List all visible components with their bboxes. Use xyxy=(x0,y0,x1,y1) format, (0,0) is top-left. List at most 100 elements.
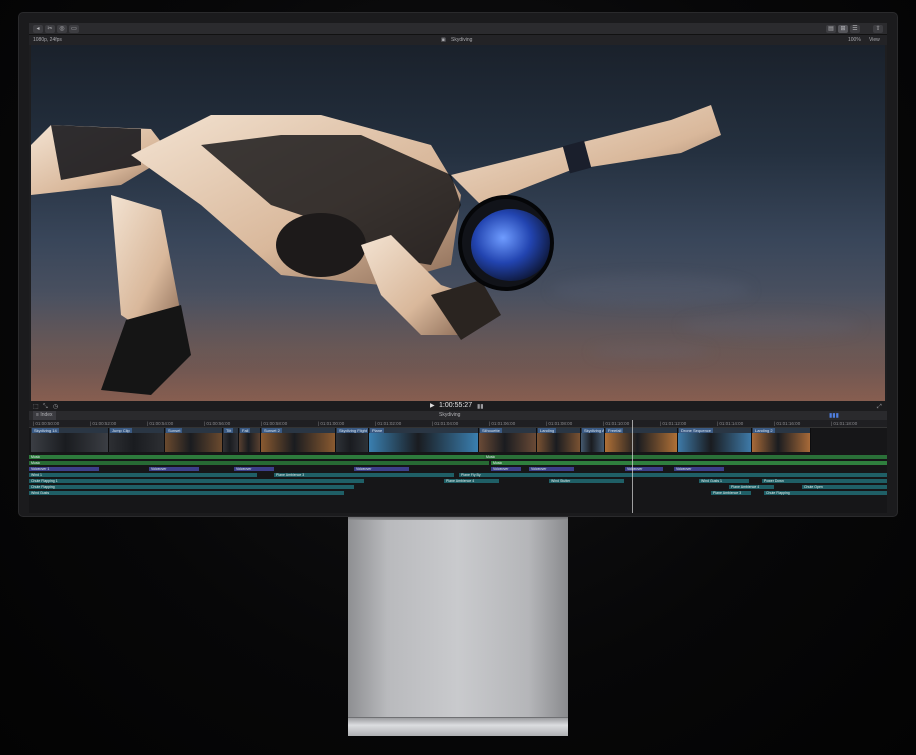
clip-label: Jump Clip xyxy=(110,428,132,433)
ruler-tick: | 01:01:12:00 xyxy=(660,421,687,426)
format-label: 1080p, 24fps xyxy=(33,37,62,43)
sound-effect-clip[interactable]: Wind 1 xyxy=(29,473,69,477)
sound-effect-clip[interactable]: Plane Ambience 3 xyxy=(711,491,751,495)
video-viewer[interactable] xyxy=(31,45,885,401)
video-clip[interactable]: Plane xyxy=(369,428,479,452)
clip-label: Fall xyxy=(240,428,251,433)
clip-label: Drone Sequence xyxy=(679,428,714,433)
clip-thumbnail xyxy=(752,433,810,452)
video-clip[interactable]: Skydiving Flight xyxy=(336,428,369,452)
trim-icon[interactable]: ✂ xyxy=(45,25,55,33)
clip-label: Skydiving Arms xyxy=(582,428,604,433)
app-toolbar: ◂ ✂ ◎ ▭ ▤ ⊞ ☰ ⇧ xyxy=(29,23,887,35)
clip-thumbnail xyxy=(537,433,580,452)
video-clip[interactable]: Skydiving 14 xyxy=(31,428,109,452)
clip-thumbnail xyxy=(479,433,536,452)
video-clip[interactable]: Tilt xyxy=(223,428,239,452)
sound-effect-clip[interactable]: Chute Open xyxy=(802,485,887,489)
sound-effect-clip[interactable]: Plane Fly By xyxy=(459,473,887,477)
clip-thumbnail xyxy=(239,433,260,452)
media-icon[interactable]: ▭ xyxy=(69,25,79,33)
voiceover-clip[interactable]: Voiceover xyxy=(529,467,574,471)
zoom-dropdown[interactable]: 100% xyxy=(848,35,861,45)
sound-effect-clip[interactable]: Chute Flapping xyxy=(764,491,887,495)
video-clip[interactable]: Landing 2 xyxy=(752,428,811,452)
sound-effect-clip[interactable]: Plane Ambience 4 xyxy=(444,479,499,483)
video-clip[interactable]: Skydiving Arms xyxy=(581,428,605,452)
voiceover-clip[interactable]: Voiceover 1 xyxy=(29,467,99,471)
target-icon[interactable]: ◎ xyxy=(57,25,67,33)
clip-label: Tilt xyxy=(224,428,234,433)
video-clip[interactable]: Fall xyxy=(239,428,261,452)
ruler-tick: | 01:00:56:00 xyxy=(204,421,231,426)
clip-thumbnail xyxy=(678,433,751,452)
ruler-tick: | 01:01:02:00 xyxy=(375,421,402,426)
play-icon[interactable]: ▶ xyxy=(430,401,435,411)
sound-effect-clip[interactable]: Foly 3D 3 xyxy=(29,491,344,495)
sound-effect-clip[interactable]: Plane Ambience 4 xyxy=(729,485,774,489)
voiceover-clip[interactable]: Voiceover xyxy=(674,467,724,471)
clip-label: Freefall xyxy=(606,428,624,433)
video-clip[interactable]: Jump Clip xyxy=(109,428,165,452)
ruler-tick: | 01:01:04:00 xyxy=(432,421,459,426)
sound-effect-clip[interactable]: Foly 3D 2 xyxy=(29,485,354,489)
clip-label: Skydiving Flight xyxy=(337,428,368,433)
final-cut-window: ◂ ✂ ◎ ▭ ▤ ⊞ ☰ ⇧ 1080p, 24fps ▣ Skydiving… xyxy=(29,23,887,513)
inspector-icon[interactable]: ☰ xyxy=(850,25,860,33)
sound-effect-clip[interactable]: Foly 3D 1 xyxy=(29,479,364,483)
music-lane-b: Music Music xyxy=(29,461,887,465)
video-clip[interactable]: Sunset xyxy=(165,428,223,452)
clip-thumbnail xyxy=(223,433,238,452)
music-clip[interactable]: Music xyxy=(484,455,887,459)
sound-effect-clip[interactable]: Chute Flapping 1 xyxy=(29,479,69,483)
effects-lane-4: Foly 3D 3 Plane Ambience 3 Chute Flapping W… xyxy=(29,491,887,495)
music-clip[interactable]: Music xyxy=(29,455,484,459)
ruler-tick: | 01:01:16:00 xyxy=(774,421,801,426)
music-clip[interactable]: Music xyxy=(491,461,887,465)
share-icon[interactable]: ⇧ xyxy=(873,25,883,33)
timeline-ruler[interactable]: | 01:00:50:00 | 01:00:52:00 | 01:00:54:00 |… xyxy=(29,420,887,428)
voiceover-lane: Voiceover 1 Voiceover Voiceover Voiceover Vo… xyxy=(29,467,887,471)
voiceover-clip[interactable]: Voiceover xyxy=(234,467,274,471)
video-clip[interactable]: Sunset 2 xyxy=(261,428,336,452)
index-button[interactable]: ≡ Index xyxy=(33,411,56,420)
sound-effect-clip[interactable]: Wind Gusts xyxy=(29,491,69,495)
ruler-tick: | 01:00:50:00 xyxy=(33,421,60,426)
clip-thumbnail xyxy=(261,433,335,452)
viewer-title: Skydiving xyxy=(451,37,473,43)
clip-label: Sunset xyxy=(166,428,183,433)
voiceover-clip[interactable]: Voiceover xyxy=(625,467,663,471)
video-clip[interactable]: Landing xyxy=(537,428,581,452)
project-name[interactable]: Skydiving xyxy=(439,411,460,420)
voiceover-clip[interactable]: Voiceover xyxy=(354,467,409,471)
back-icon[interactable]: ◂ xyxy=(33,25,43,33)
monitor-stand xyxy=(348,512,568,736)
effects-lane-1: Sound AmbiencePlane Ambience 3Plane Fly … xyxy=(29,473,887,477)
browser-view-icon[interactable]: ▤ xyxy=(826,25,836,33)
effects-lane-2: Foly 3D 1 Plane Ambience 4 Wind Stutter Win… xyxy=(29,479,887,483)
index-label: Index xyxy=(40,412,53,418)
sound-effect-clip[interactable]: Wind Stutter xyxy=(549,479,624,483)
sound-effect-clip[interactable]: Plane Ambience 3 xyxy=(274,473,454,477)
ruler-tick: | 01:00:52:00 xyxy=(90,421,117,426)
video-clip[interactable]: Freefall xyxy=(605,428,678,452)
sound-effect-clip[interactable]: Chute Flapping xyxy=(29,485,69,489)
voiceover-clip[interactable]: Voiceover xyxy=(491,467,521,471)
ruler-tick: | 01:01:14:00 xyxy=(717,421,744,426)
playback-bar: ⬚ ⤡ ◷ ▶ 1:00:55:27 ▮▮ ⤢ xyxy=(29,401,887,411)
clip-thumbnail xyxy=(165,433,222,452)
music-clip[interactable]: Music xyxy=(29,461,489,465)
timeline-header: ≡ Index Skydiving ▮▮▮ xyxy=(29,411,887,420)
layout-icon[interactable]: ⊞ xyxy=(838,25,848,33)
video-clip[interactable]: Drone Sequence xyxy=(678,428,752,452)
ruler-tick: | 01:01:06:00 xyxy=(489,421,516,426)
display-monitor: ◂ ✂ ◎ ▭ ▤ ⊞ ☰ ⇧ 1080p, 24fps ▣ Skydiving… xyxy=(19,13,897,516)
video-clip[interactable]: Silhouette xyxy=(479,428,537,452)
timeline[interactable]: Skydiving 14 Jump Clip Sunset Tilt Fall Sunse… xyxy=(29,428,887,513)
view-dropdown[interactable]: View xyxy=(869,35,880,45)
sound-effect-clip[interactable]: Wind Gusts 1 xyxy=(699,479,749,483)
playhead[interactable] xyxy=(632,420,633,513)
sound-effect-clip[interactable]: Power Down xyxy=(762,479,887,483)
clip-label: Landing xyxy=(538,428,557,433)
voiceover-clip[interactable]: Voiceover xyxy=(149,467,199,471)
